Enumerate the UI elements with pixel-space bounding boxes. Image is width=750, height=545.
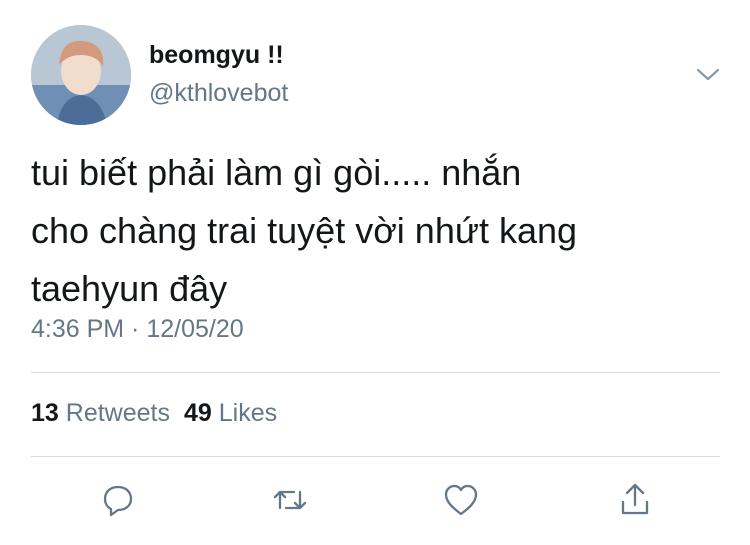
retweets-label: Retweets — [65, 399, 170, 427]
user-handle[interactable]: @kthlovebot — [149, 79, 288, 108]
tweet-text-line: cho chàng trai tuyệt vời nhứt kang — [31, 210, 578, 251]
tweet-text-line: taehyun đây — [31, 268, 228, 309]
tweet-text: tui biết phải làm gì gòi..... nhắn cho c… — [31, 144, 721, 318]
avatar-image — [31, 25, 131, 125]
display-name[interactable]: beomgyu !! — [149, 41, 284, 70]
tweet-timestamp[interactable]: 4:36 PM · 12/05/20 — [31, 315, 244, 344]
chevron-down-icon[interactable] — [694, 64, 722, 84]
reply-icon[interactable] — [98, 480, 138, 520]
tweet-stats: 13 Retweets 49 Likes — [31, 399, 277, 428]
tweet-text-line: tui biết phải làm gì gòi..... nhắn — [31, 152, 522, 193]
heart-icon[interactable] — [441, 480, 481, 520]
retweets-count: 13 — [31, 399, 59, 427]
likes-stat[interactable]: 49 Likes — [184, 399, 277, 427]
divider — [31, 372, 720, 373]
share-icon[interactable] — [615, 480, 655, 520]
retweets-stat[interactable]: 13 Retweets — [31, 399, 170, 427]
retweet-icon[interactable] — [270, 480, 310, 520]
avatar[interactable] — [31, 25, 131, 125]
divider — [31, 456, 720, 457]
likes-count: 49 — [183, 399, 212, 427]
tweet-card: beomgyu !! @kthlovebot tui biết phải làm… — [0, 0, 750, 545]
likes-label: Likes — [218, 399, 278, 427]
